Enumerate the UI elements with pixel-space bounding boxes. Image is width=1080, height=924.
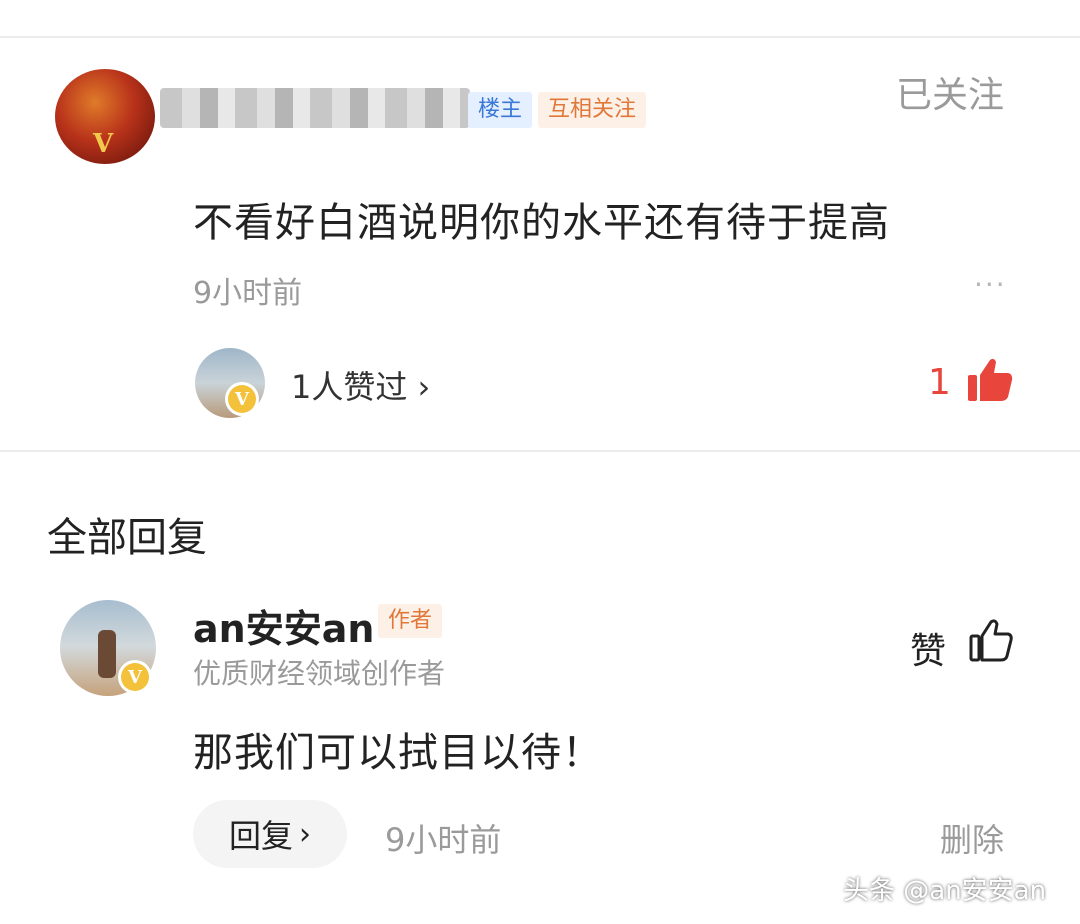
reply-timestamp: 9小时前 [385, 821, 502, 859]
verified-v-icon: V [93, 129, 114, 159]
reply-button-label: 回复 [228, 817, 293, 855]
section-divider [0, 450, 1080, 452]
replier-verified-badge: V [118, 660, 152, 694]
top-strip [0, 0, 1080, 38]
replier-description: 优质财经领域创作者 [193, 657, 446, 690]
comment-timestamp: 9小时前 [193, 276, 303, 311]
commenter-avatar[interactable]: V [55, 69, 155, 164]
liker-verified-badge: V [225, 382, 259, 416]
reply-button[interactable]: 回复 › [193, 800, 347, 868]
more-icon[interactable]: ··· [974, 268, 1007, 301]
comment-text: 不看好白酒说明你的水平还有待于提高 [193, 200, 890, 246]
commenter-name-blurred[interactable] [160, 88, 470, 128]
thumb-up-filled-icon[interactable] [966, 357, 1014, 403]
author-tag: 作者 [378, 604, 443, 638]
replier-name[interactable]: an安安an [193, 598, 374, 653]
verified-v-icon: V [228, 385, 256, 413]
likers-link[interactable]: 1人赞过 › [291, 362, 430, 408]
like-count: 1 [928, 362, 951, 403]
watermark: 头条 @an安安an [843, 876, 1047, 906]
follow-button[interactable]: 已关注 [896, 66, 1004, 118]
like-label[interactable]: 赞 [910, 622, 946, 674]
delete-button[interactable]: 删除 [940, 815, 1004, 861]
verified-v-icon: V [121, 663, 149, 691]
owner-tag: 楼主 [468, 92, 533, 128]
thumb-up-outline-icon[interactable] [968, 618, 1014, 664]
reply-text: 那我们可以拭目以待！ [193, 730, 603, 776]
avatar-figure [98, 630, 116, 678]
chevron-right-icon: › [299, 816, 311, 852]
replies-section-title: 全部回复 [47, 515, 207, 561]
mutual-follow-tag: 互相关注 [538, 92, 647, 128]
